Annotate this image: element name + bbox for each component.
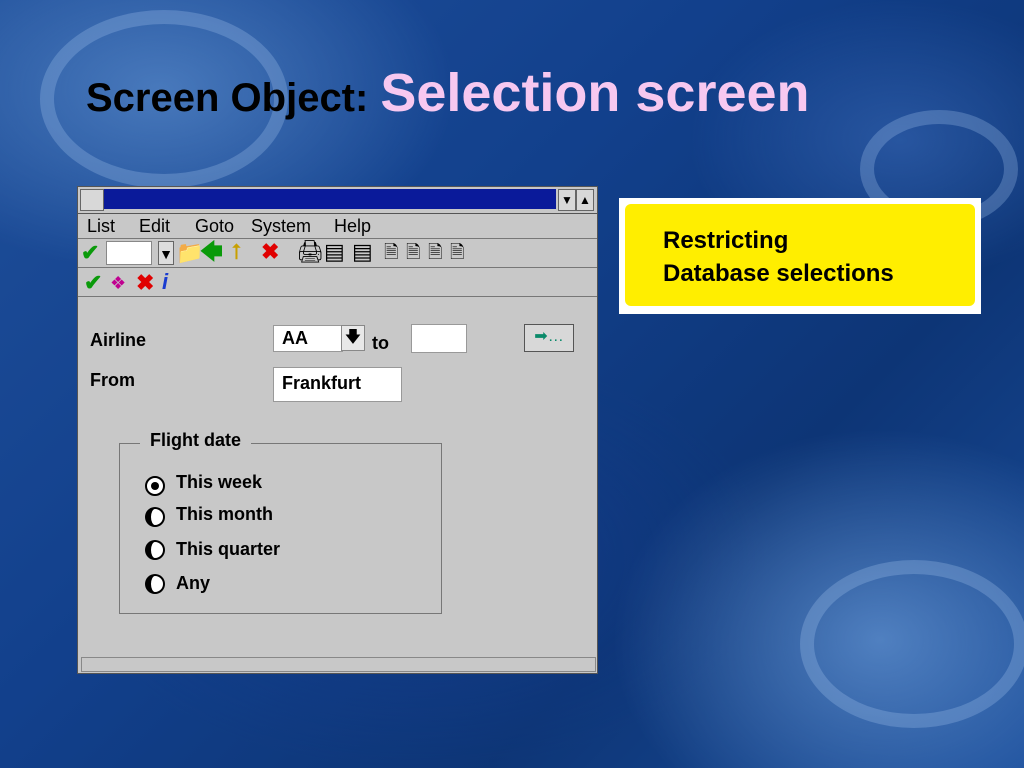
slide-title-main: Selection screen: [380, 63, 810, 123]
maximize-icon[interactable]: ▲: [576, 189, 594, 211]
get-variant-icon[interactable]: ❖: [110, 271, 126, 295]
radio-label-any: Any: [176, 573, 211, 593]
radio-label-this-month: This month: [176, 504, 273, 524]
callout-text: Restricting Database selections: [663, 224, 894, 290]
radio-this-month[interactable]: [145, 507, 165, 527]
radio-any[interactable]: [145, 574, 165, 594]
menu-item-help[interactable]: Help: [334, 216, 371, 237]
last-page-icon[interactable]: 🗎: [450, 240, 464, 264]
print-icon[interactable]: 🖨: [296, 240, 324, 264]
airline-from-input[interactable]: AA: [273, 325, 343, 352]
sap-window: ▼ ▲ List Edit Goto System Help ✔ ▼ 📁 🡄 ⭡…: [77, 186, 598, 674]
next-page-icon[interactable]: 🗎: [428, 240, 442, 264]
window-title-bar-fill: [104, 189, 556, 209]
multiple-selection-icon[interactable]: ➡…: [524, 324, 574, 352]
radio-label-this-quarter: This quarter: [176, 539, 281, 559]
menu-item-goto[interactable]: Goto: [195, 216, 234, 237]
radio-selected-dot: [151, 482, 159, 490]
application-toolbar: ✔ ❖ ✖ i: [78, 268, 597, 297]
status-bar: [81, 657, 596, 672]
slide-title: Screen Object: Selection screen: [86, 62, 810, 124]
enter-check-icon[interactable]: ✔: [81, 241, 99, 265]
delete-selection-icon[interactable]: ✖: [136, 271, 154, 295]
command-dropdown-icon[interactable]: ▼: [158, 241, 174, 265]
from-label: From: [90, 370, 135, 390]
first-page-icon[interactable]: 🗎: [384, 240, 398, 264]
find-next-icon[interactable]: ▤: [352, 240, 373, 264]
info-icon[interactable]: i: [162, 270, 168, 294]
airline-to-input[interactable]: [411, 324, 467, 353]
radio-this-week[interactable]: [145, 476, 165, 496]
standard-toolbar: ✔ ▼ 📁 🡄 ⭡ ✖ 🖨 ▤ ▤ 🗎 🗎 🗎 🗎: [78, 239, 597, 268]
window-title-bar: ▼ ▲: [78, 187, 597, 214]
radio-this-quarter[interactable]: [145, 540, 165, 560]
exit-icon[interactable]: ⭡: [231, 240, 241, 264]
menu-item-edit[interactable]: Edit: [139, 216, 170, 237]
callout-line-2: Database selections: [663, 260, 894, 287]
radio-label-this-week: This week: [176, 472, 263, 492]
flight-date-legend: Flight date: [140, 430, 251, 451]
menu-bar: List Edit Goto System Help: [78, 214, 597, 239]
from-input[interactable]: Frankfurt: [273, 367, 402, 402]
possible-entries-icon[interactable]: 🡇: [341, 325, 365, 351]
airline-label: Airline: [90, 330, 147, 350]
execute-icon[interactable]: ✔: [84, 271, 102, 295]
flight-date-group: Flight date This week This month This qu…: [119, 430, 442, 614]
callout-box: Restricting Database selections: [619, 198, 981, 314]
to-label: to: [372, 333, 389, 353]
menu-item-system[interactable]: System: [251, 216, 311, 237]
find-icon[interactable]: ▤: [324, 240, 345, 264]
slide-title-prefix: Screen Object:: [86, 76, 369, 120]
cancel-icon[interactable]: ✖: [261, 240, 279, 264]
minimize-icon[interactable]: ▼: [558, 189, 576, 211]
command-field[interactable]: [106, 241, 152, 265]
back-arrow-icon[interactable]: 🡄: [200, 240, 223, 264]
background-swirl: [800, 560, 1024, 728]
system-menu-box[interactable]: [80, 189, 104, 211]
previous-page-icon[interactable]: 🗎: [406, 240, 420, 264]
callout-line-1: Restricting: [663, 227, 789, 254]
menu-item-list[interactable]: List: [87, 216, 115, 237]
